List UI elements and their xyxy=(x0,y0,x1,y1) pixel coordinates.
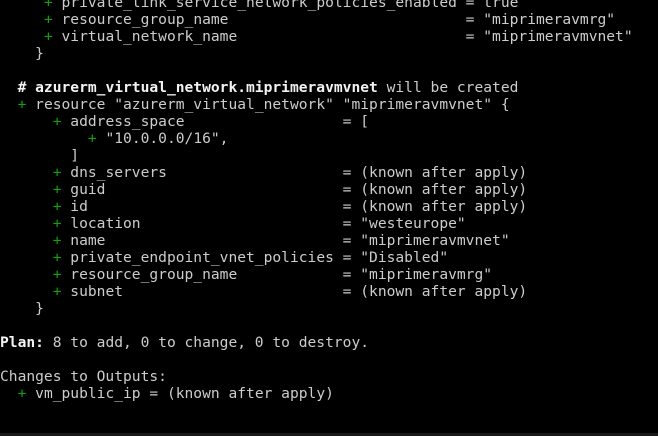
terminal-line: } xyxy=(0,45,44,62)
terminal-line: + virtual_network_name = "miprimeravmvne… xyxy=(0,28,633,45)
terminal-line: + subnet = (known after apply) xyxy=(0,283,527,300)
terminal-line: + id = (known after apply) xyxy=(0,198,527,215)
terminal-line: + resource "azurerm_virtual_network" "mi… xyxy=(0,96,510,113)
line-text: ] xyxy=(70,147,80,164)
terminal-line: } xyxy=(0,300,44,317)
line-text: resource_group_name = "miprimeravmrg" xyxy=(61,266,493,283)
line-text: dns_servers = (known after apply) xyxy=(61,164,528,181)
plus-marker: + xyxy=(43,0,53,11)
plus-marker: + xyxy=(52,113,62,130)
line-text: location = "westeurope" xyxy=(61,215,466,232)
line-text: vm_public_ip = (known after apply) xyxy=(26,385,334,402)
line-text: "10.0.0.0/16", xyxy=(96,130,229,147)
bold-label: Plan: xyxy=(0,334,44,351)
terminal-line: + vm_public_ip = (known after apply) xyxy=(0,385,334,402)
line-text: address_space = [ xyxy=(61,113,370,130)
terminal-line: + guid = (known after apply) xyxy=(0,181,527,198)
terminal-line: Changes to Outputs: xyxy=(0,368,167,385)
line-text: private_endpoint_vnet_policies = "Disabl… xyxy=(61,249,449,266)
line-text: Changes to Outputs: xyxy=(0,368,167,385)
line-text: will be created xyxy=(377,79,519,96)
terminal-line: + resource_group_name = "miprimeravmrg" xyxy=(0,266,492,283)
line-text: } xyxy=(35,300,44,317)
plus-marker: + xyxy=(52,181,62,198)
terminal-line: + "10.0.0.0/16", xyxy=(0,130,229,147)
terminal-line: + dns_servers = (known after apply) xyxy=(0,164,527,181)
plus-marker: + xyxy=(43,11,53,28)
plus-marker: + xyxy=(52,283,62,300)
terminal-line: Plan: 8 to add, 0 to change, 0 to destro… xyxy=(0,334,369,351)
plus-marker: + xyxy=(52,232,62,249)
terminal-line: + location = "westeurope" xyxy=(0,215,466,232)
terminal-line: ] xyxy=(0,147,79,164)
line-text: resource_group_name = "miprimeravmrg" xyxy=(52,11,616,28)
plus-marker: + xyxy=(52,249,62,266)
plus-marker: + xyxy=(52,266,62,283)
terminal-line: + private_endpoint_vnet_policies = "Disa… xyxy=(0,249,448,266)
terminal-line: + resource_group_name = "miprimeravmrg" xyxy=(0,11,615,28)
plus-marker: + xyxy=(52,215,62,232)
line-text: guid = (known after apply) xyxy=(61,181,528,198)
terminal-line: # azurerm_virtual_network.miprimeravmvne… xyxy=(0,79,519,96)
line-text: id = (known after apply) xyxy=(61,198,528,215)
line-text: private_link_service_network_policies_en… xyxy=(52,0,519,11)
line-text: virtual_network_name = "miprimeravmvnet" xyxy=(52,28,633,45)
line-text: resource "azurerm_virtual_network" "mipr… xyxy=(26,96,510,113)
terminal-line: + name = "miprimeravmvnet" xyxy=(0,232,510,249)
terminal-line: + address_space = [ xyxy=(0,113,369,130)
line-text: } xyxy=(35,45,44,62)
terminal-line: + private_link_service_network_policies_… xyxy=(0,0,518,11)
plus-marker: + xyxy=(52,198,62,215)
plus-marker: + xyxy=(43,28,53,45)
bold-label: # azurerm_virtual_network.miprimeravmvne… xyxy=(17,79,378,96)
plus-marker: + xyxy=(87,130,97,147)
line-text: 8 to add, 0 to change, 0 to destroy. xyxy=(43,334,370,351)
plus-marker: + xyxy=(52,164,62,181)
line-text: name = "miprimeravmvnet" xyxy=(61,232,510,249)
terminal-output[interactable]: + private_link_service_network_policies_… xyxy=(0,0,658,436)
line-text: subnet = (known after apply) xyxy=(61,283,528,300)
